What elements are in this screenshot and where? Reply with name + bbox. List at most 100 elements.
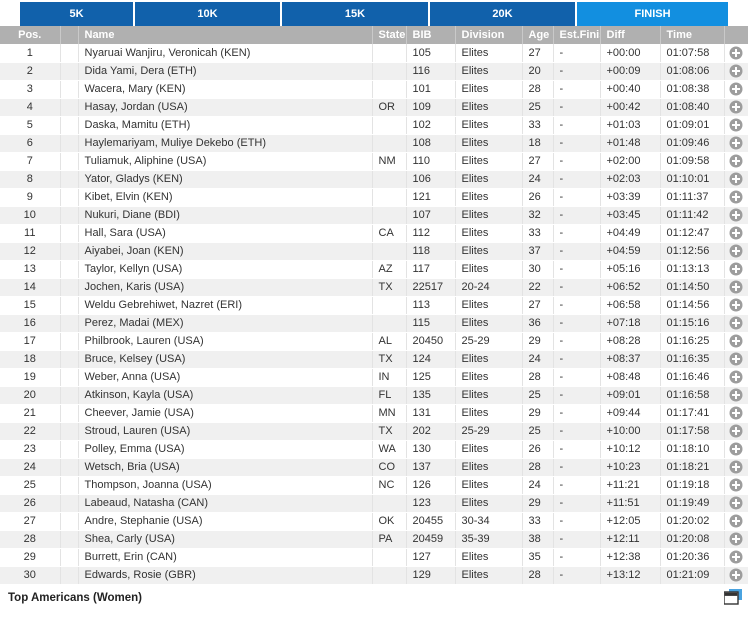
plus-circle-icon[interactable] (729, 208, 743, 222)
cell-action[interactable] (724, 80, 748, 99)
cell-action[interactable] (724, 332, 748, 351)
table-row[interactable]: 6 Haylemariyam, Muliye Dekebo (ETH) 108 Eli… (0, 134, 748, 153)
cell-action[interactable] (724, 548, 748, 567)
cell-action[interactable] (724, 314, 748, 333)
table-row[interactable]: 11 Hall, Sara (USA) CA 112 Elites 33- +04:49 01… (0, 224, 748, 243)
table-row[interactable]: 4 Hasay, Jordan (USA) OR 109 Elites 25- +00:42… (0, 98, 748, 117)
plus-circle-icon[interactable] (729, 496, 743, 510)
plus-circle-icon[interactable] (729, 46, 743, 60)
cell-action[interactable] (724, 170, 748, 189)
plus-circle-icon[interactable] (729, 136, 743, 150)
plus-circle-icon[interactable] (729, 64, 743, 78)
cell-action[interactable] (724, 422, 748, 441)
plus-circle-icon[interactable] (729, 388, 743, 402)
table-row[interactable]: 8 Yator, Gladys (KEN) 106 Elites 24- +02:03 01… (0, 170, 748, 189)
table-row[interactable]: 21 Cheever, Jamie (USA) MN 131 Elites 29- +09:… (0, 404, 748, 423)
plus-circle-icon[interactable] (729, 118, 743, 132)
cell-action[interactable] (724, 368, 748, 387)
column-header-bib[interactable]: BIB (406, 26, 456, 44)
plus-circle-icon[interactable] (729, 298, 743, 312)
plus-circle-icon[interactable] (729, 568, 743, 582)
table-row[interactable]: 13 Taylor, Kellyn (USA) AZ 117 Elites 30- +05:… (0, 260, 748, 279)
cell-action[interactable] (724, 98, 748, 117)
cell-action[interactable] (724, 566, 748, 585)
plus-circle-icon[interactable] (729, 532, 743, 546)
cell-action[interactable] (724, 530, 748, 549)
table-row[interactable]: 30 Edwards, Rosie (GBR) 129 Elites 28- +13:12… (0, 566, 748, 585)
plus-circle-icon[interactable] (729, 460, 743, 474)
cell-action[interactable] (724, 62, 748, 81)
plus-circle-icon[interactable] (729, 424, 743, 438)
table-row[interactable]: 9 Kibet, Elvin (KEN) 121 Elites 26- +03:39 01:… (0, 188, 748, 207)
cell-action[interactable] (724, 44, 748, 63)
plus-circle-icon[interactable] (729, 550, 743, 564)
column-header-pos[interactable]: Pos. (0, 26, 61, 44)
tab-10k[interactable]: 10K (135, 2, 282, 26)
cell-action[interactable] (724, 278, 748, 297)
table-row[interactable]: 19 Weber, Anna (USA) IN 125 Elites 28- +08:48 0… (0, 368, 748, 387)
cell-action[interactable] (724, 116, 748, 135)
plus-circle-icon[interactable] (729, 226, 743, 240)
plus-circle-icon[interactable] (729, 334, 743, 348)
window-layout-icon[interactable] (723, 588, 742, 605)
cell-action[interactable] (724, 134, 748, 153)
table-row[interactable]: 29 Burrett, Erin (CAN) 127 Elites 35- +12:38 0… (0, 548, 748, 567)
column-header-state[interactable]: State (372, 26, 407, 44)
table-row[interactable]: 1 Nyaruai Wanjiru, Veronicah (KEN) 105 Elit… (0, 44, 748, 63)
tab-20k[interactable]: 20K (430, 2, 577, 26)
plus-circle-icon[interactable] (729, 262, 743, 276)
cell-action[interactable] (724, 188, 748, 207)
column-header-time[interactable]: Time (660, 26, 725, 44)
table-row[interactable]: 20 Atkinson, Kayla (USA) FL 135 Elites 25- +09… (0, 386, 748, 405)
plus-circle-icon[interactable] (729, 280, 743, 294)
table-row[interactable]: 27 Andre, Stephanie (USA) OK 20455 30-34 33- +… (0, 512, 748, 531)
plus-circle-icon[interactable] (729, 406, 743, 420)
table-row[interactable]: 2 Dida Yami, Dera (ETH) 116 Elites 20- +00:09… (0, 62, 748, 81)
cell-action[interactable] (724, 512, 748, 531)
table-row[interactable]: 28 Shea, Carly (USA) PA 20459 35-39 38- +12:11… (0, 530, 748, 549)
plus-circle-icon[interactable] (729, 514, 743, 528)
plus-circle-icon[interactable] (729, 82, 743, 96)
tab-15k[interactable]: 15K (282, 2, 430, 26)
table-row[interactable]: 23 Polley, Emma (USA) WA 130 Elites 26- +10:12… (0, 440, 748, 459)
cell-action[interactable] (724, 494, 748, 513)
plus-circle-icon[interactable] (729, 154, 743, 168)
table-row[interactable]: 14 Jochen, Karis (USA) TX 22517 20-24 22- +06:… (0, 278, 748, 297)
cell-action[interactable] (724, 476, 748, 495)
plus-circle-icon[interactable] (729, 442, 743, 456)
cell-action[interactable] (724, 458, 748, 477)
plus-circle-icon[interactable] (729, 100, 743, 114)
table-row[interactable]: 18 Bruce, Kelsey (USA) TX 124 Elites 24- +08:3… (0, 350, 748, 369)
plus-circle-icon[interactable] (729, 172, 743, 186)
cell-action[interactable] (724, 440, 748, 459)
table-row[interactable]: 16 Perez, Madai (MEX) 115 Elites 36- +07:18 01… (0, 314, 748, 333)
column-header-diff[interactable]: Diff (600, 26, 661, 44)
cell-action[interactable] (724, 152, 748, 171)
table-row[interactable]: 7 Tuliamuk, Aliphine (USA) NM 110 Elites 27- +… (0, 152, 748, 171)
plus-circle-icon[interactable] (729, 352, 743, 366)
table-row[interactable]: 25 Thompson, Joanna (USA) NC 126 Elites 24- +1… (0, 476, 748, 495)
cell-action[interactable] (724, 386, 748, 405)
plus-circle-icon[interactable] (729, 190, 743, 204)
cell-action[interactable] (724, 224, 748, 243)
table-row[interactable]: 26 Labeaud, Natasha (CAN) 123 Elites 29- +11:… (0, 494, 748, 513)
table-row[interactable]: 10 Nukuri, Diane (BDI) 107 Elites 32- +03:45 0… (0, 206, 748, 225)
tab-5k[interactable]: 5K (0, 2, 135, 26)
table-row[interactable]: 5 Daska, Mamitu (ETH) 102 Elites 33- +01:03 01… (0, 116, 748, 135)
plus-circle-icon[interactable] (729, 316, 743, 330)
table-row[interactable]: 17 Philbrook, Lauren (USA) AL 20450 25-29 29-… (0, 332, 748, 351)
cell-action[interactable] (724, 260, 748, 279)
column-header-name[interactable]: Name (78, 26, 373, 44)
plus-circle-icon[interactable] (729, 370, 743, 384)
column-header-division[interactable]: Division (455, 26, 523, 44)
cell-action[interactable] (724, 242, 748, 261)
table-row[interactable]: 12 Aiyabei, Joan (KEN) 118 Elites 37- +04:59 0… (0, 242, 748, 261)
plus-circle-icon[interactable] (729, 244, 743, 258)
cell-action[interactable] (724, 296, 748, 315)
tab-finish[interactable]: FINISH (577, 2, 728, 26)
column-header-age[interactable]: Age (522, 26, 554, 44)
table-row[interactable]: 22 Stroud, Lauren (USA) TX 202 25-29 25- +10:0… (0, 422, 748, 441)
table-row[interactable]: 15 Weldu Gebrehiwet, Nazret (ERI) 113 Elite… (0, 296, 748, 315)
column-header-est-finish[interactable]: Est.Finish (553, 26, 601, 44)
table-row[interactable]: 24 Wetsch, Bria (USA) CO 137 Elites 28- +10:23… (0, 458, 748, 477)
